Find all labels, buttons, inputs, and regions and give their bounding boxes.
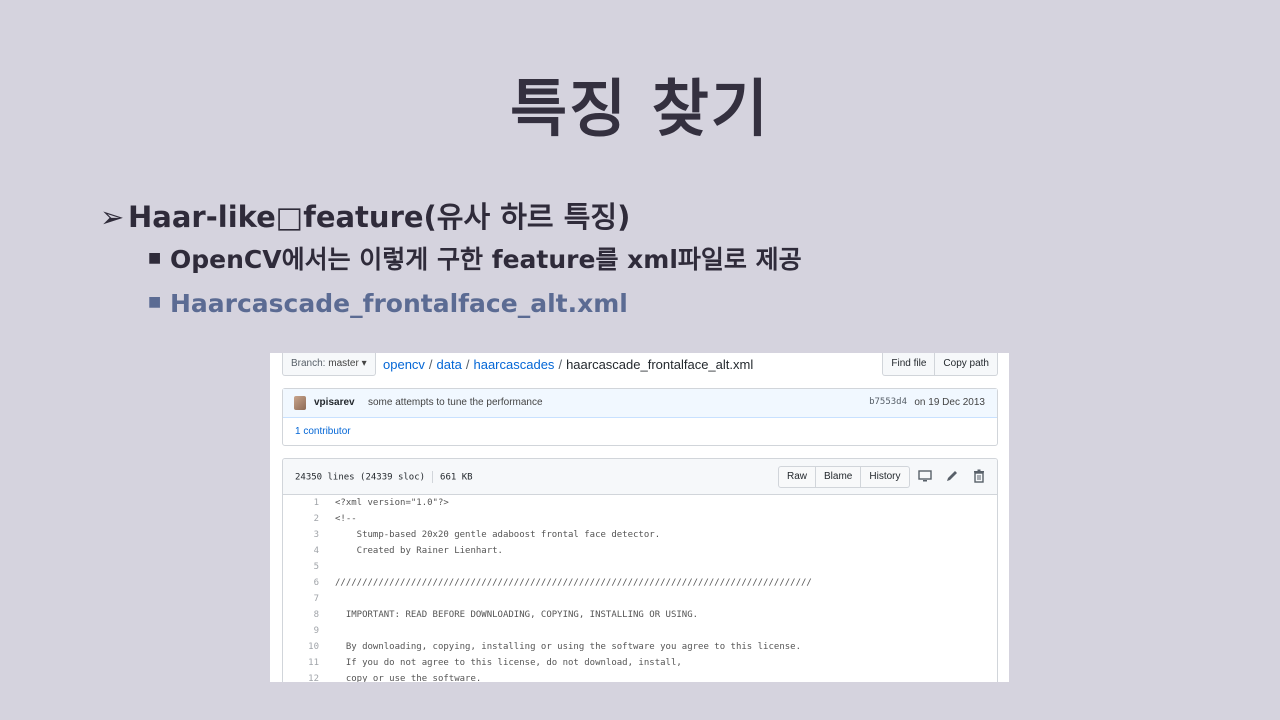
file-header: 24350 lines (24339 sloc) 661 KB Raw Blame… xyxy=(283,459,997,495)
github-file-screenshot: Branch: master ▾ opencv / data / haarcascade… xyxy=(270,353,1009,682)
code-line: 5 xyxy=(283,559,997,575)
divider xyxy=(432,471,434,483)
blame-button[interactable]: Blame xyxy=(816,466,862,488)
code-line: 4 Created by Rainer Lienhart. xyxy=(283,543,997,559)
line-number[interactable]: 8 xyxy=(283,610,319,620)
sub-bullet-xml-file: ■ Haarcascade_frontalface_alt.xml xyxy=(148,282,802,326)
commit-sha[interactable]: b7553d4 xyxy=(869,397,907,407)
code-text: IMPORTANT: READ BEFORE DOWNLOADING, COPY… xyxy=(335,610,699,620)
code-line: 12 copy or use the software. xyxy=(283,671,997,682)
breadcrumb-filename: haarcascade_frontalface_alt.xml xyxy=(566,357,754,372)
commit-tease: vpisarev some attempts to tune the perfo… xyxy=(282,388,998,446)
line-number[interactable]: 10 xyxy=(283,642,319,652)
contributors-link[interactable]: 1 contributor xyxy=(295,426,351,437)
code-line: 6 ///////////////////////////////////////… xyxy=(283,575,997,591)
breadcrumb-separator: / xyxy=(558,357,563,372)
bullet-list: ➢ Haar-like□feature(유사 하르 특징) ■ OpenCV에서는 … xyxy=(100,196,802,326)
line-number[interactable]: 11 xyxy=(283,658,319,668)
sub-bullet-opencv: ■ OpenCV에서는 이렇게 구한 feature를 xml파일로 제공 xyxy=(148,238,802,282)
line-number[interactable]: 12 xyxy=(283,674,319,682)
code-blob: 1 <?xml version="1.0"?> 2 <!-- 3 Stump-based… xyxy=(283,495,997,682)
code-text: <!-- xyxy=(335,514,357,524)
square-bullet-icon: ■ xyxy=(148,294,162,310)
line-number[interactable]: 6 xyxy=(283,578,319,588)
line-number[interactable]: 4 xyxy=(283,546,319,556)
code-text: If you do not agree to this license, do … xyxy=(335,658,682,668)
line-number[interactable]: 3 xyxy=(283,530,319,540)
code-line: 7 xyxy=(283,591,997,607)
breadcrumb-data[interactable]: data xyxy=(437,357,462,372)
copy-path-button[interactable]: Copy path xyxy=(935,353,998,376)
breadcrumb-separator: / xyxy=(428,357,433,372)
square-bullet-icon: ■ xyxy=(148,250,162,266)
line-number[interactable]: 9 xyxy=(283,626,319,636)
code-line: 11 If you do not agree to this license, … xyxy=(283,655,997,671)
desktop-icon[interactable] xyxy=(917,468,933,484)
branch-label: Branch: xyxy=(291,358,326,369)
commit-author[interactable]: vpisarev xyxy=(314,397,355,408)
file-info: 24350 lines (24339 sloc) 661 KB xyxy=(295,471,473,483)
trash-icon[interactable] xyxy=(971,468,987,484)
latest-commit: vpisarev some attempts to tune the perfo… xyxy=(283,389,997,418)
line-number[interactable]: 5 xyxy=(283,562,319,572)
code-line: 9 xyxy=(283,623,997,639)
sub-bullet-text: OpenCV에서는 이렇게 구한 feature를 xml파일로 제공 xyxy=(170,245,802,274)
code-line: 8 IMPORTANT: READ BEFORE DOWNLOADING, CO… xyxy=(283,607,997,623)
branch-select-button[interactable]: Branch: master ▾ xyxy=(282,353,376,376)
arrow-bullet-icon: ➢ xyxy=(100,200,125,234)
code-line: 1 <?xml version="1.0"?> xyxy=(283,495,997,511)
code-text: ////////////////////////////////////////… xyxy=(335,578,812,588)
code-text: Stump-based 20x20 gentle adaboost fronta… xyxy=(335,530,661,540)
code-text: <?xml version="1.0"?> xyxy=(335,498,449,508)
line-number[interactable]: 1 xyxy=(283,498,319,508)
breadcrumb-haarcascades[interactable]: haarcascades xyxy=(473,357,554,372)
code-text: By downloading, copying, installing or u… xyxy=(335,642,801,652)
history-button[interactable]: History xyxy=(861,466,910,488)
file-viewer: 24350 lines (24339 sloc) 661 KB Raw Blame… xyxy=(282,458,998,682)
bullet-haar-like: ➢ Haar-like□feature(유사 하르 특징) xyxy=(100,196,802,238)
code-text: Created by Rainer Lienhart. xyxy=(335,546,503,556)
code-line: 3 Stump-based 20x20 gentle adaboost fron… xyxy=(283,527,997,543)
code-line: 2 <!-- xyxy=(283,511,997,527)
code-text: copy or use the software. xyxy=(335,674,482,682)
breadcrumb-separator: / xyxy=(465,357,470,372)
file-size: 661 KB xyxy=(440,472,473,483)
commit-date: on 19 Dec 2013 xyxy=(914,397,985,408)
file-icon-actions xyxy=(917,468,987,484)
chevron-down-icon: ▾ xyxy=(361,358,367,369)
file-navigation: Branch: master ▾ opencv / data / haarcascade… xyxy=(282,353,998,377)
file-actions: Find file Copy path xyxy=(882,353,998,376)
line-number[interactable]: 7 xyxy=(283,594,319,604)
file-line-count: 24350 lines (24339 sloc) xyxy=(295,472,426,483)
avatar[interactable] xyxy=(294,396,306,410)
raw-button[interactable]: Raw xyxy=(778,466,817,488)
file-view-buttons: Raw Blame History xyxy=(778,466,910,488)
slide-title: 특징 찾기 xyxy=(510,72,770,145)
bullet-text: Haar-like□feature(유사 하르 특징) xyxy=(128,200,631,234)
breadcrumb-repo[interactable]: opencv xyxy=(383,357,425,372)
code-line: 10 By downloading, copying, installing o… xyxy=(283,639,997,655)
branch-name: master xyxy=(328,358,359,369)
find-file-button[interactable]: Find file xyxy=(882,353,936,376)
breadcrumb: opencv / data / haarcascades / haarcascade_fro… xyxy=(383,357,753,372)
pencil-icon[interactable] xyxy=(944,468,960,484)
commit-message[interactable]: some attempts to tune the performance xyxy=(368,397,543,408)
xml-file-link[interactable]: Haarcascade_frontalface_alt.xml xyxy=(170,289,628,318)
line-number[interactable]: 2 xyxy=(283,514,319,524)
